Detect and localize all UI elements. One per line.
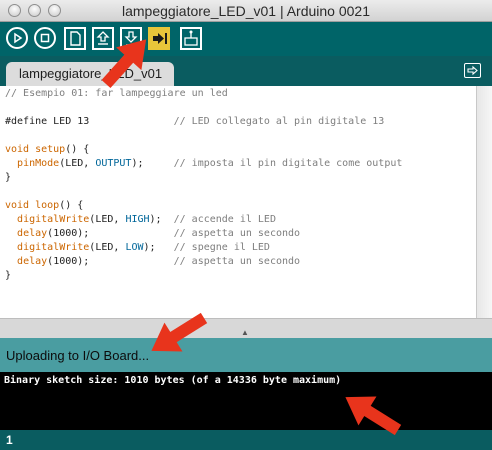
code-text: 1000 [53,256,78,267]
code-comment: // spegne il LED [173,242,270,253]
code-comment: // aspetta un secondo [173,228,301,239]
code-constant: LOW [125,242,144,253]
tab-bar: lampeggiatore_LED_v01 [0,56,492,86]
line-number: 1 [6,433,13,447]
code-function: delay [17,256,48,267]
code-line: } [5,172,12,183]
editor-scrollbar[interactable] [476,86,492,318]
code-text: ); [77,228,174,239]
code-line: pinMode(LED, OUTPUT); // imposta il pin … [5,157,402,171]
code-text: ); [149,214,174,225]
console-output: Binary sketch size: 1010 bytes (of a 143… [0,372,492,430]
code-line: delay(1000); // aspetta un secondo [5,227,300,241]
pane-splitter[interactable]: ▲ [0,318,492,338]
code-function: delay [17,228,48,239]
splitter-handle-icon: ▲ [241,328,249,337]
code-line-define: #define LED 13 [5,116,174,127]
code-keyword: void setup [5,144,66,155]
code-constant: OUTPUT [95,158,132,169]
code-line: digitalWrite(LED, HIGH); // accende il L… [5,213,276,227]
toolbar [0,22,492,56]
code-constant: HIGH [125,214,150,225]
code-line: void loop() { [5,199,83,213]
serial-monitor-button[interactable] [180,27,202,50]
console-text: Binary sketch size: 1010 bytes (of a 143… [4,375,342,386]
arrow-right-icon [467,65,478,76]
title-bar: lampeggiatore_LED_v01 | Arduino 0021 [0,0,492,22]
annotation-arrow-status [151,312,208,352]
footer-bar: 1 [0,430,492,450]
code-line: delay(1000); // aspetta un secondo [5,255,300,269]
code-function: digitalWrite [17,214,90,225]
annotation-arrow-console [345,396,402,436]
code-comment: // imposta il pin digitale come output [173,158,403,169]
status-bar: Uploading to I/O Board... [0,338,492,372]
annotation-arrow-upload [101,39,147,89]
code-text: ); [77,256,174,267]
tab-menu-button[interactable] [464,63,481,78]
code-text: 1000 [53,228,78,239]
stop-button[interactable] [34,27,56,49]
play-icon [14,32,23,44]
code-text: LED, [95,214,126,225]
code-line: } [5,270,12,281]
code-function: digitalWrite [17,242,90,253]
code-line: digitalWrite(LED, LOW); // spegne il LED [5,241,270,255]
verify-button[interactable] [6,27,28,49]
new-button[interactable] [64,27,86,50]
serial-monitor-icon [184,30,198,46]
code-keyword: void loop [5,200,60,211]
new-file-icon [70,31,81,46]
code-line-comment: // LED collegato al pin digitale 13 [173,116,385,127]
stop-icon [40,33,50,43]
code-comment: // aspetta un secondo [173,256,301,267]
code-text: LED, [95,242,126,253]
status-message: Uploading to I/O Board... [6,348,150,363]
code-text: () { [59,200,84,211]
code-comment: // accende il LED [173,214,276,225]
code-line: void setup() { [5,143,89,157]
code-text: ); [143,242,174,253]
window-title: lampeggiatore_LED_v01 | Arduino 0021 [121,3,371,19]
code-text: (LED, [59,158,96,169]
code-line: #define LED 13 // LED collegato al pin d… [5,115,384,129]
code-text: ); [131,158,174,169]
code-editor[interactable]: // Esempio 01: far lampeggiare un led #d… [0,86,476,318]
code-text: () { [65,144,90,155]
code-function: pinMode [17,158,60,169]
